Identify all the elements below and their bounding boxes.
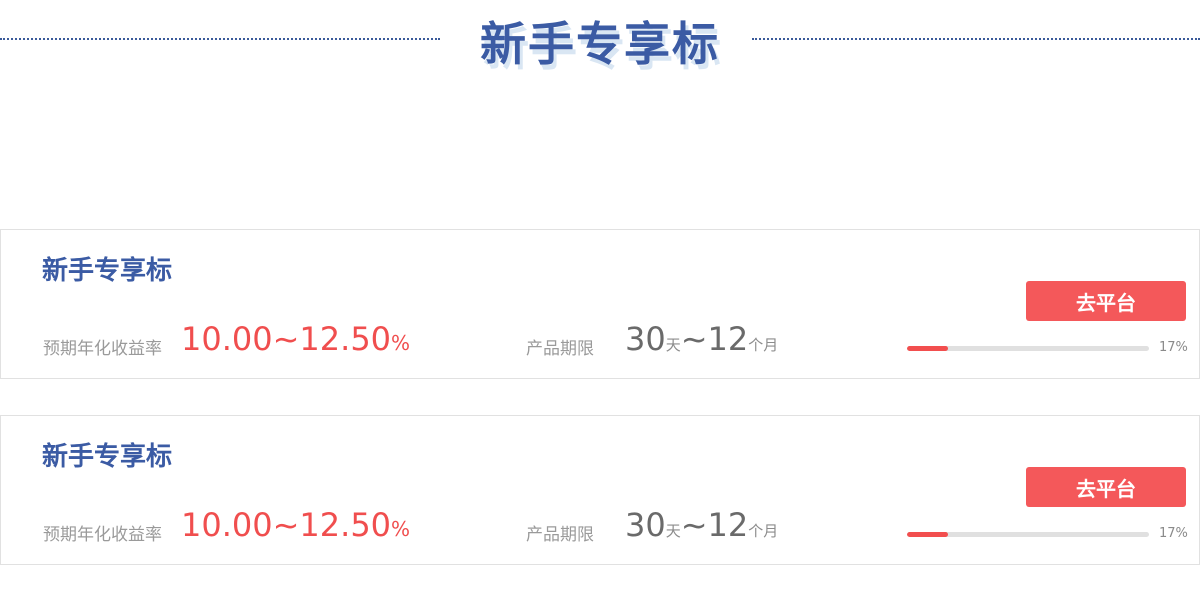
term-max-unit: 个月	[748, 522, 779, 540]
term-max: 12	[707, 506, 749, 544]
progress-fill	[907, 532, 949, 537]
term-min: 30	[625, 320, 666, 358]
rate-number: 10.00~12.50	[181, 320, 392, 358]
progress-bar	[907, 532, 1149, 537]
product-card: 新手专享标 预期年化收益率 10.00~12.50% 产品期限 30天~12个月…	[0, 415, 1200, 565]
go-platform-button[interactable]: 去平台	[1026, 467, 1186, 507]
section-header: 新手专享标	[0, 0, 1200, 80]
rate-unit: %	[391, 517, 411, 541]
term-min-unit: 天	[665, 336, 681, 354]
term-separator: ~	[680, 506, 708, 544]
product-title: 新手专享标	[42, 442, 173, 472]
term-max-unit: 个月	[748, 336, 779, 354]
progress-bar	[907, 346, 1149, 351]
rate-label: 预期年化收益率	[43, 525, 162, 545]
product-title: 新手专享标	[42, 256, 173, 286]
rate-value: 10.00~12.50%	[181, 320, 410, 358]
product-card: 新手专享标 预期年化收益率 10.00~12.50% 产品期限 30天~12个月…	[0, 229, 1200, 379]
header-divider-right	[752, 38, 1200, 40]
term-value: 30天~12个月	[625, 320, 778, 358]
page-title: 新手专享标	[480, 17, 720, 71]
progress-fill	[907, 346, 949, 351]
rate-unit: %	[391, 331, 411, 355]
term-min: 30	[625, 506, 666, 544]
product-info-row: 预期年化收益率 10.00~12.50% 产品期限 30天~12个月	[1, 506, 1199, 546]
rate-number: 10.00~12.50	[181, 506, 392, 544]
rate-value: 10.00~12.50%	[181, 506, 410, 544]
product-info-row: 预期年化收益率 10.00~12.50% 产品期限 30天~12个月	[1, 320, 1199, 360]
go-platform-button[interactable]: 去平台	[1026, 281, 1186, 321]
progress-percent: 17%	[1159, 340, 1188, 355]
term-label: 产品期限	[526, 339, 594, 359]
term-value: 30天~12个月	[625, 506, 778, 544]
progress-percent: 17%	[1159, 526, 1188, 541]
term-separator: ~	[680, 320, 708, 358]
term-min-unit: 天	[665, 522, 681, 540]
term-max: 12	[707, 320, 749, 358]
rate-label: 预期年化收益率	[43, 339, 162, 359]
term-label: 产品期限	[526, 525, 594, 545]
